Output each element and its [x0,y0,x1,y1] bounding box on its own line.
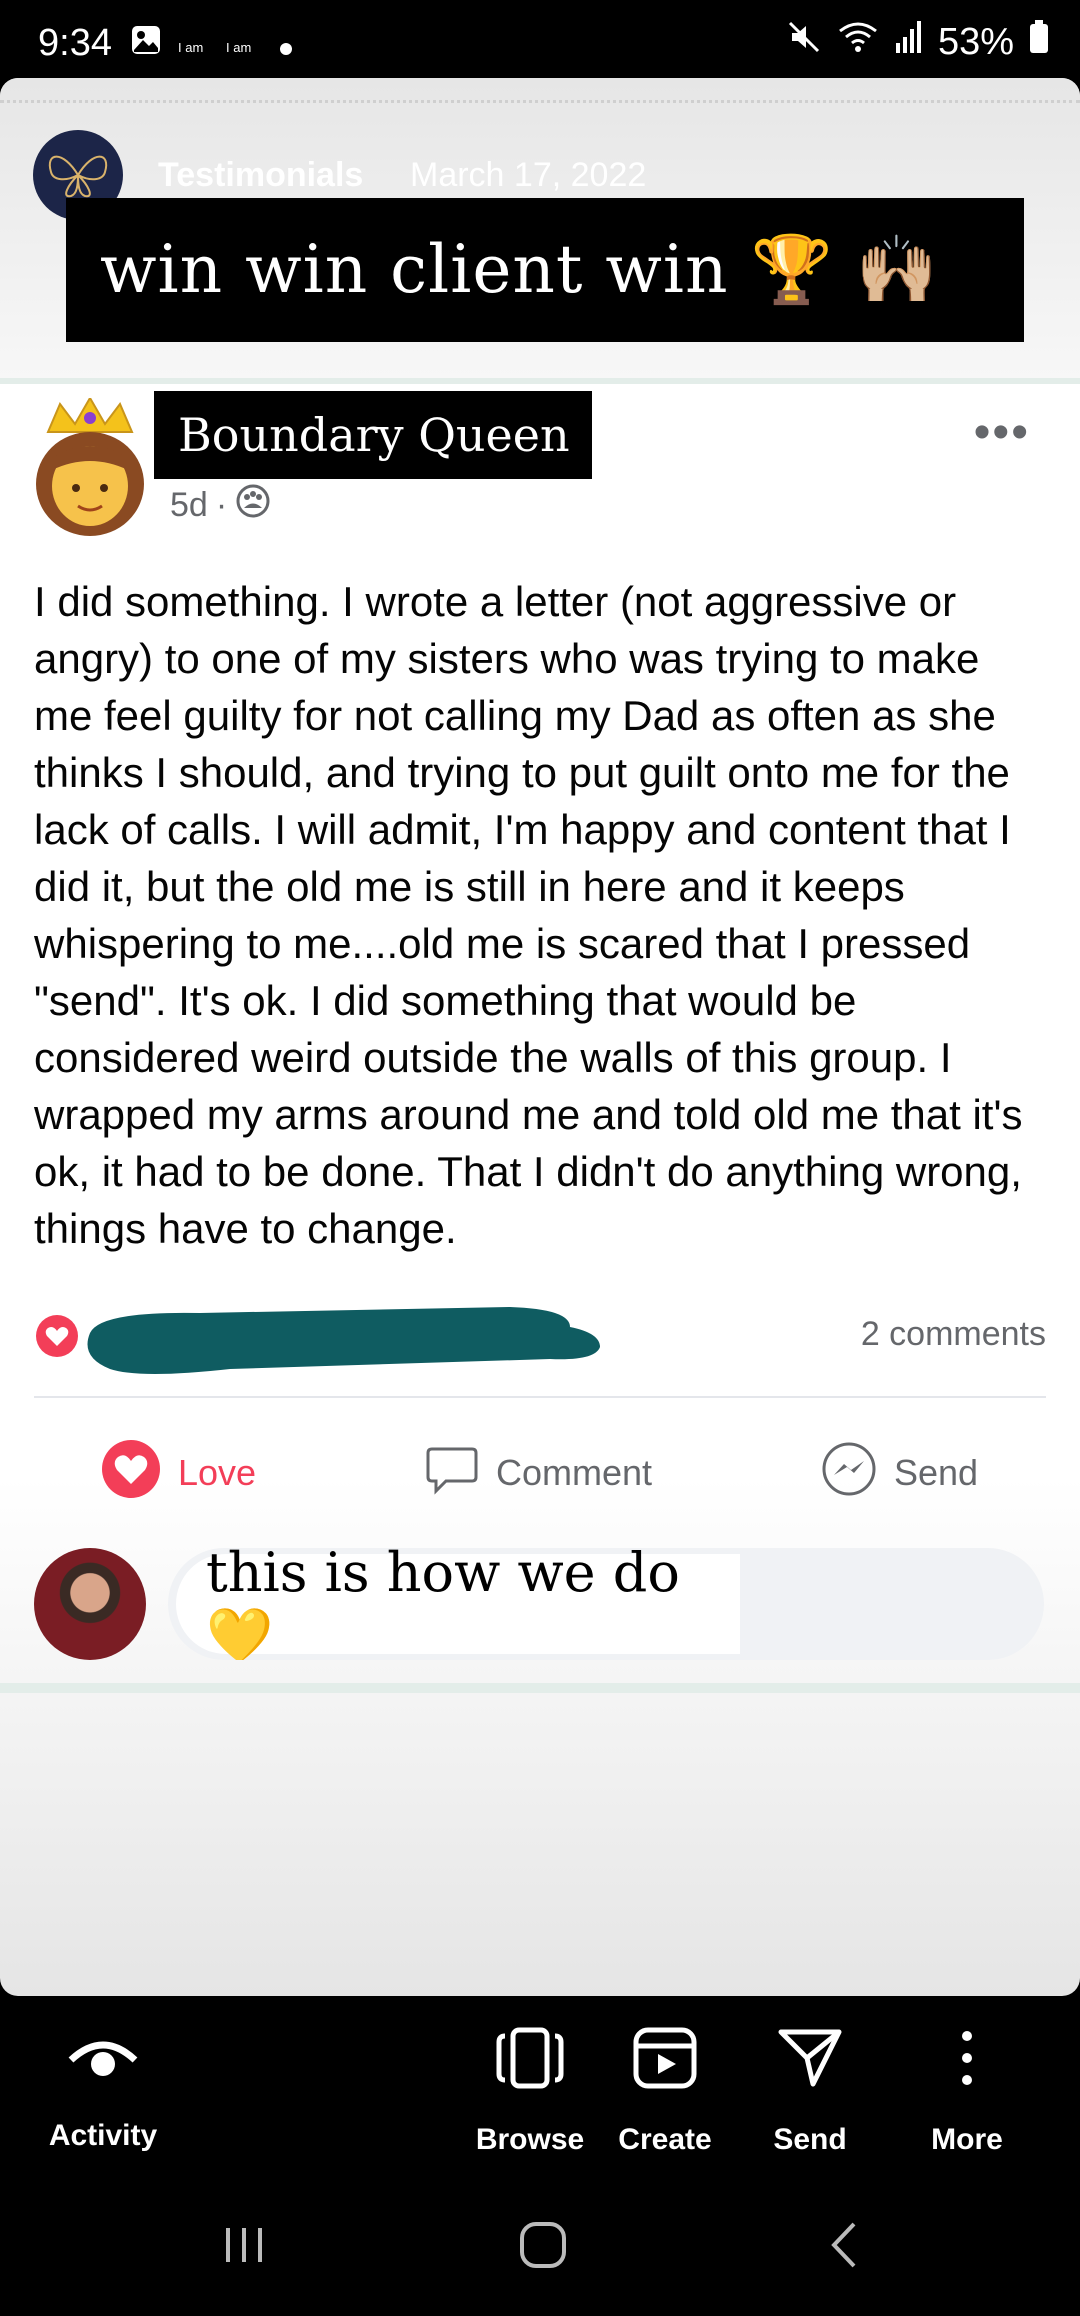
nav-browse[interactable]: Browse [470,2026,590,2157]
battery-percent: 53% [937,20,1014,63]
nav-send[interactable]: Send [750,2026,870,2157]
nav-activity[interactable]: Activity [38,2026,168,2153]
bottom-nav: Activity Browse Create Send More [0,1996,1080,2196]
home-icon[interactable] [518,2220,568,2270]
divider-bottom [0,1683,1080,1693]
recent-apps-icon[interactable] [220,2220,270,2270]
send-button[interactable]: Send [820,1428,978,1518]
nav-more-label: More [931,2123,1003,2156]
love-icon [100,1438,162,1509]
nav-activity-label: Activity [48,2119,158,2152]
send-label: Send [894,1452,979,1493]
reels-icon [633,2027,697,2089]
comments-count[interactable]: 2 comments [861,1315,1046,1354]
comment-button[interactable]: Comment [424,1428,652,1518]
comment-inner: this is how we do 💛 [176,1548,740,1660]
love-reaction-icon[interactable] [34,1313,80,1359]
story-header: Testimonials March 17, 2022 win win clie… [0,78,1080,378]
send-paper-plane-icon [778,2029,842,2087]
wifi-icon [836,19,880,65]
more-vertical-icon [962,2031,972,2085]
nav-more[interactable]: More [907,2026,1027,2157]
comment-row: this is how we do 💛 [0,1548,1080,1688]
meta-separator: · [215,486,228,524]
headline-banner: win win client win 🏆 🙌🏼 [66,198,1024,342]
comment-bubble[interactable]: this is how we do 💛 [168,1548,1044,1660]
nav-create[interactable]: Create [605,2026,725,2157]
post-meta: 5d · [170,483,271,528]
signal-icon [894,19,924,65]
divider [0,378,1080,384]
story-date: March 17, 2022 [410,156,647,194]
status-time: 9:34 [38,22,112,64]
poster-name[interactable]: Boundary Queen [178,408,570,462]
nav-browse-label: Browse [475,2123,585,2156]
system-navigation [0,2196,1080,2316]
gallery-icon [130,24,162,61]
reactions-row: 2 comments [34,1303,1046,1423]
story-progress-dots [0,100,1080,103]
nav-create-label: Create [618,2123,712,2156]
love-button[interactable]: Love [100,1428,256,1518]
notification-dot-icon [280,42,292,60]
post-body: I did something. I wrote a letter (not a… [34,578,1023,1252]
story-name[interactable]: Testimonials [158,156,363,195]
poster-avatar[interactable] [30,395,150,538]
browse-icon [496,2027,564,2089]
status-bar: 9:34 I am I am 53% [0,0,1080,78]
nav-send-label: Send [773,2123,847,2156]
post-actions: Love Comment Send [0,1428,1080,1518]
status-right: 53% [786,19,1050,65]
comment-text: this is how we do 💛 [206,1548,680,1660]
mute-icon [786,19,822,65]
more-options-icon[interactable]: ••• [974,409,1030,457]
story-card: Testimonials March 17, 2022 win win clie… [0,78,1080,1996]
messenger-icon [820,1440,878,1507]
comment-icon [424,1441,480,1506]
group-privacy-icon [235,483,271,528]
love-label: Love [178,1452,257,1493]
status-label-2: I am [226,40,252,55]
headline-text: win win client win 🏆 🙌🏼 [100,231,939,308]
commenter-avatar[interactable] [34,1548,146,1660]
battery-icon [1028,19,1050,65]
status-label-1: I am [178,40,204,55]
actions-separator [34,1396,1046,1398]
comment-label: Comment [496,1452,653,1493]
activity-icon [68,2041,138,2076]
poster-name-box[interactable]: Boundary Queen [154,391,592,479]
post-time[interactable]: 5d [170,486,208,525]
redaction-scribble [87,1307,600,1374]
back-icon[interactable] [820,2220,870,2270]
